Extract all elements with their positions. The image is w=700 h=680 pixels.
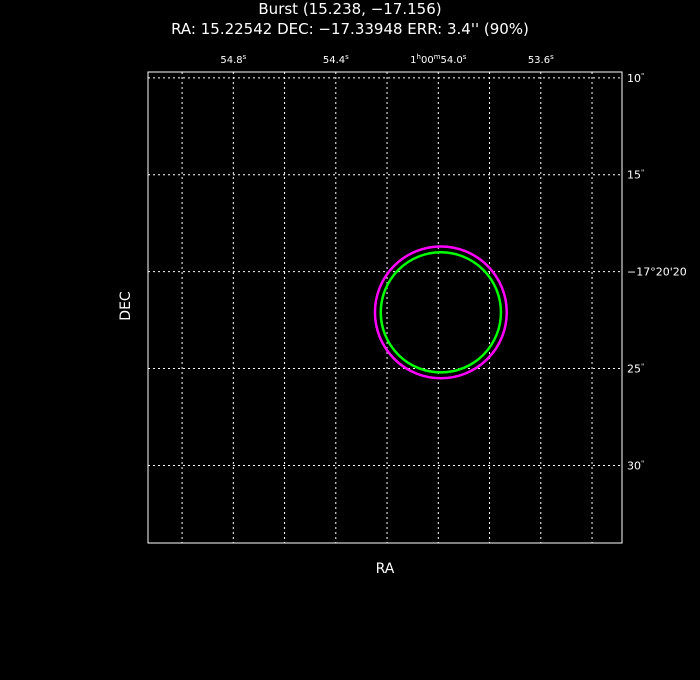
y-tick-label: 10"​: [627, 72, 644, 85]
x-axis-label: RA: [376, 561, 395, 577]
grid-lines: [148, 72, 622, 543]
x-tick-label: 54.8s​: [220, 53, 246, 66]
x-tick-label: 53.6s​: [528, 53, 554, 66]
tick-labels: 54.8s​ 54.4s​ 1h​00m​54.0s​ 53.6s​ 10"​ 15"​ −…: [220, 53, 686, 472]
y-axis-label: DEC: [118, 291, 134, 321]
error-circles: [373, 245, 509, 380]
sky-chart: 54.8s​ 54.4s​ 1h​00m​54.0s​ 53.6s​ 10"​ 15"​ −…: [118, 53, 687, 577]
error-circle-magenta: [373, 245, 509, 380]
y-tick-label: 30"​: [627, 459, 644, 472]
x-tick-label: 54.4s​: [323, 53, 349, 66]
plot-frame: [147, 71, 623, 544]
y-tick-label: 25"​: [627, 363, 644, 376]
y-tick-label: 15"​: [627, 169, 644, 182]
error-circle-green: [379, 251, 503, 374]
y-tick-label: −17°20'20: [627, 266, 687, 279]
x-tick-label: 1h​00m​54.0s​: [410, 53, 467, 66]
